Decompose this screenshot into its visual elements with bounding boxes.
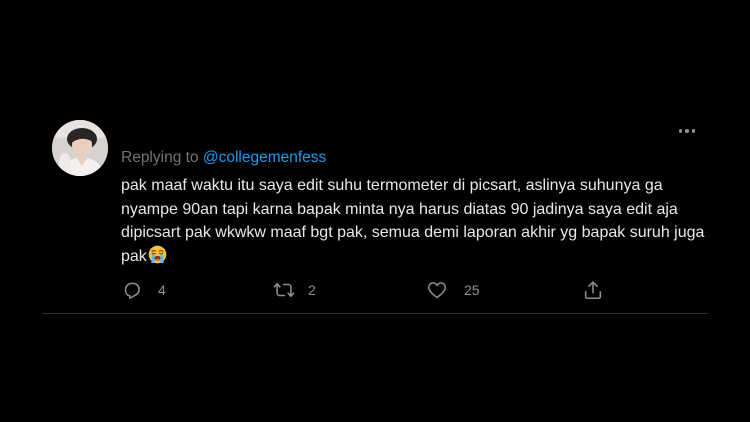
divider: [42, 313, 708, 314]
like-count: 25: [464, 282, 480, 298]
avatar-photo: [52, 120, 108, 176]
replying-prefix: Replying to: [121, 149, 203, 166]
more-dots-icon: [691, 129, 696, 133]
like-button[interactable]: 25: [426, 277, 480, 303]
reply-icon: [124, 282, 140, 300]
replying-to-line: Replying to @collegemenfess: [121, 149, 326, 167]
heart-icon: [427, 282, 447, 299]
tweet-body: pak maaf waktu itu saya edit suhu termom…: [121, 174, 711, 271]
share-icon: [584, 281, 602, 300]
more-options-button[interactable]: [675, 121, 699, 141]
action-bar: 4 2 25: [0, 277, 750, 303]
tweet-card[interactable]: Replying to @collegemenfess pak maaf wak…: [0, 0, 750, 422]
reply-count: 4: [158, 282, 166, 298]
loudly-crying-face-icon: [148, 245, 167, 272]
share-button[interactable]: [582, 277, 604, 303]
retweet-icon: [273, 282, 295, 298]
retweet-button[interactable]: 2: [273, 277, 316, 303]
retweet-count: 2: [308, 282, 316, 298]
more-dots-icon: [685, 129, 689, 133]
tweet-text: pak maaf waktu itu saya edit suhu termom…: [121, 177, 705, 265]
more-dots-icon: [678, 129, 683, 133]
reply-button[interactable]: 4: [121, 277, 166, 303]
replying-handle-link[interactable]: @collegemenfess: [203, 149, 326, 166]
avatar[interactable]: [52, 120, 108, 176]
